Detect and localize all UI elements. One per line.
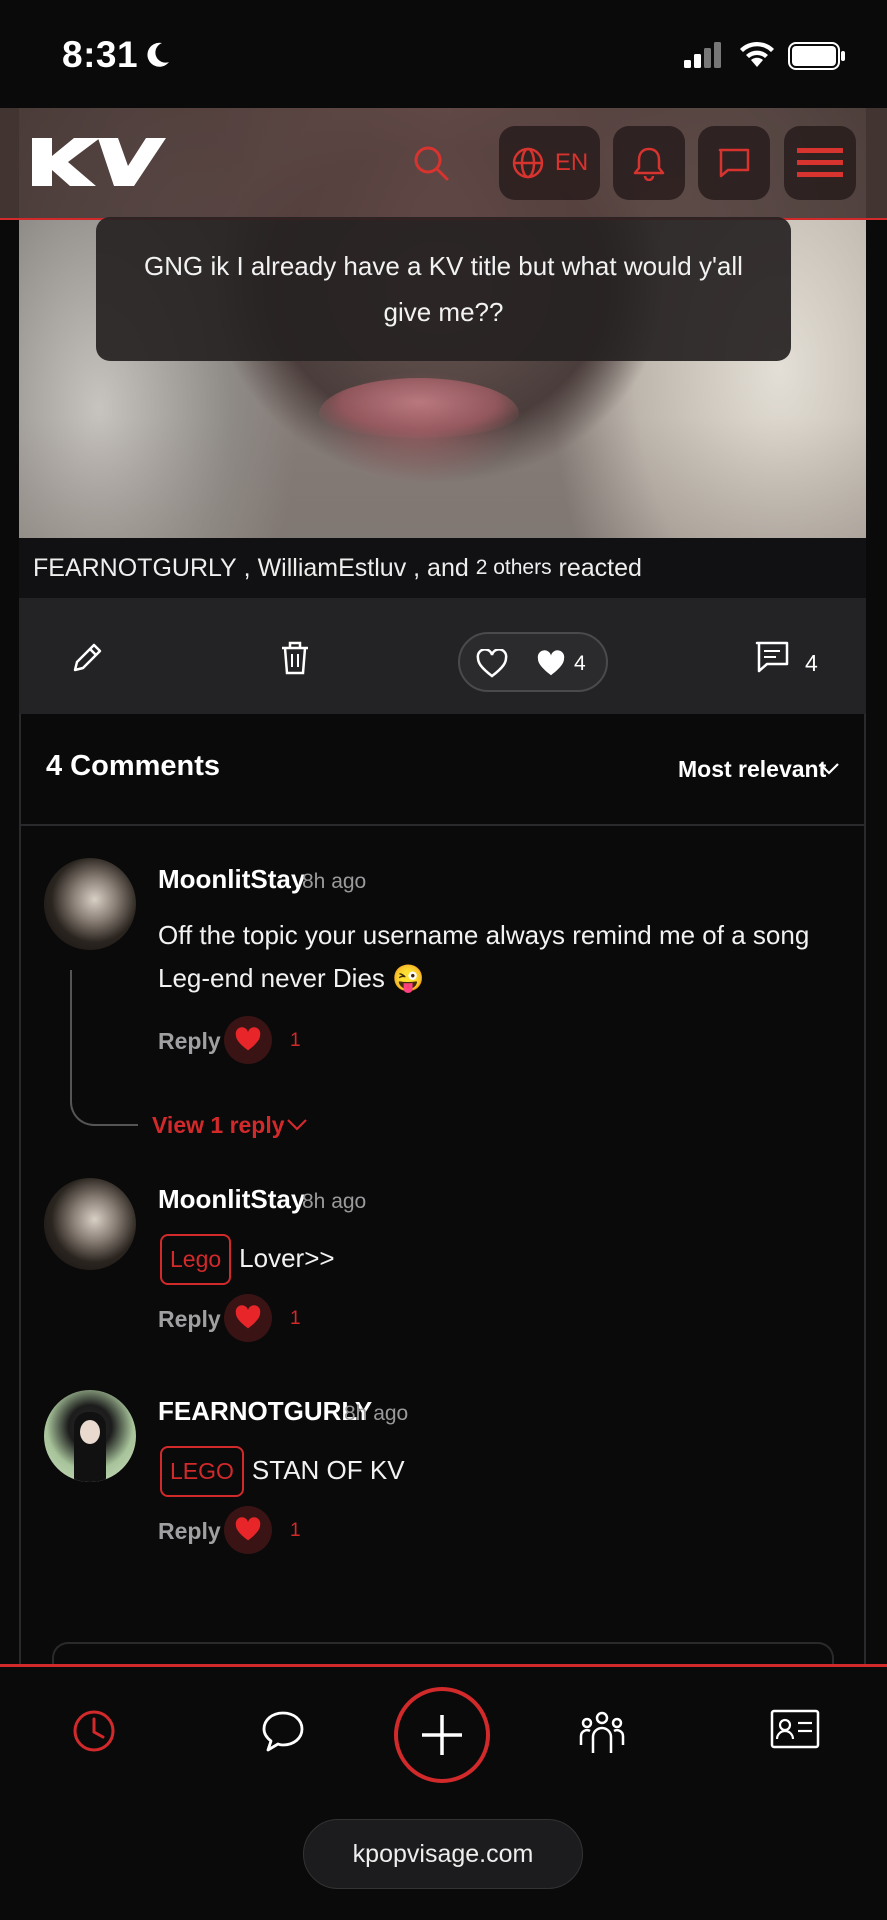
comment-author[interactable]: MoonlitStay (158, 864, 305, 895)
profile-card-icon[interactable] (770, 1709, 820, 1749)
wifi-icon (740, 41, 774, 67)
post-caption: GNG ik I already have a KV title but wha… (96, 217, 791, 361)
messages-button[interactable] (698, 126, 770, 200)
post-image-detail (319, 378, 519, 438)
comment-like-button[interactable] (224, 1506, 272, 1554)
status-bar: 8:31 (0, 0, 887, 108)
chat-icon (718, 148, 750, 178)
comments-panel: 4 Comments Most relevant (19, 714, 866, 1714)
comment-body: Lego Lover>> (160, 1234, 335, 1285)
sort-dropdown[interactable]: Most relevant (678, 756, 826, 783)
speech-bubble-icon[interactable] (260, 1709, 306, 1753)
comment-count: 4 (805, 650, 818, 676)
chevron-down-icon[interactable] (818, 762, 840, 776)
reactions-summary[interactable]: FEARNOTGURLY , WilliamEstluv , and 2 oth… (19, 538, 866, 598)
bell-icon (633, 147, 665, 181)
comment-like-count: 1 (290, 1520, 301, 1541)
view-replies-button[interactable]: View 1 reply (152, 1112, 285, 1139)
battery-icon (788, 42, 845, 70)
heart-filled-icon (235, 1305, 261, 1329)
heart-filled-icon (235, 1027, 261, 1051)
chevron-down-icon[interactable] (286, 1118, 308, 1132)
avatar[interactable] (44, 858, 136, 950)
comment-time: 8h ago (344, 1402, 409, 1425)
menu-button[interactable] (784, 126, 856, 200)
thread-connector (70, 970, 138, 1126)
moon-icon (147, 42, 169, 67)
globe-icon (512, 147, 544, 179)
reply-button[interactable]: Reply (158, 1028, 221, 1055)
plus-icon (422, 1715, 462, 1755)
reply-button[interactable]: Reply (158, 1518, 221, 1545)
trash-icon[interactable] (279, 640, 311, 676)
comment-author[interactable]: MoonlitStay (158, 1184, 305, 1215)
comment-time: 8h ago (302, 870, 367, 893)
pencil-icon[interactable] (69, 640, 105, 676)
reacted-user[interactable]: WilliamEstluv (258, 554, 407, 583)
reacted-user[interactable]: FEARNOTGURLY (33, 554, 237, 583)
reacted-separator: , and (406, 553, 476, 582)
comment-like-button[interactable] (224, 1294, 272, 1342)
status-time: 8:31 (62, 34, 139, 75)
avatar[interactable] (44, 1390, 136, 1482)
user-tag: Lego (160, 1234, 232, 1285)
url-bar[interactable]: kpopvisage.com (303, 1819, 583, 1889)
avatar[interactable] (44, 1178, 136, 1270)
comment-time: 8h ago (302, 1190, 367, 1213)
reply-button[interactable]: Reply (158, 1306, 221, 1333)
heart-filled-icon[interactable] (536, 650, 566, 678)
comment-text: Off the topic your username always remin… (158, 920, 810, 993)
create-post-button[interactable] (394, 1687, 490, 1783)
top-header: EN (0, 108, 887, 220)
comment-author[interactable]: FEARNOTGURLY (158, 1396, 372, 1427)
language-code: EN (554, 149, 589, 176)
comment-like-count: 1 (290, 1308, 301, 1329)
reacted-suffix: reacted (551, 553, 642, 582)
signal-icon (684, 42, 721, 68)
reacted-separator: , (236, 553, 258, 582)
bottom-navigation: kpopvisage.com (0, 1664, 887, 1920)
kv-logo[interactable] (30, 128, 166, 192)
comments-header: 4 Comments Most relevant (21, 714, 864, 826)
search-icon[interactable] (412, 144, 450, 182)
like-count: 4 (574, 652, 586, 675)
comment-like-count: 1 (290, 1030, 301, 1051)
reacted-others[interactable]: 2 others (476, 556, 552, 580)
user-tag: LEGO (160, 1446, 244, 1497)
notifications-button[interactable] (613, 126, 685, 200)
comment-body: LEGO STAN OF KV (160, 1446, 405, 1497)
clock-icon[interactable] (72, 1709, 116, 1753)
comment-text: STAN OF KV (251, 1455, 405, 1485)
like-group: 4 (458, 632, 608, 692)
heart-filled-icon (235, 1517, 261, 1541)
comments-title: 4 Comments (46, 750, 221, 782)
comment-icon[interactable] (754, 640, 790, 674)
menu-icon (797, 148, 843, 177)
comment-text: Lover>> (239, 1243, 335, 1273)
post-actions: 4 4 (19, 598, 866, 714)
community-icon[interactable] (578, 1709, 626, 1755)
language-button[interactable]: EN (499, 126, 600, 200)
comment-like-button[interactable] (224, 1016, 272, 1064)
heart-outline-icon[interactable] (476, 649, 508, 679)
